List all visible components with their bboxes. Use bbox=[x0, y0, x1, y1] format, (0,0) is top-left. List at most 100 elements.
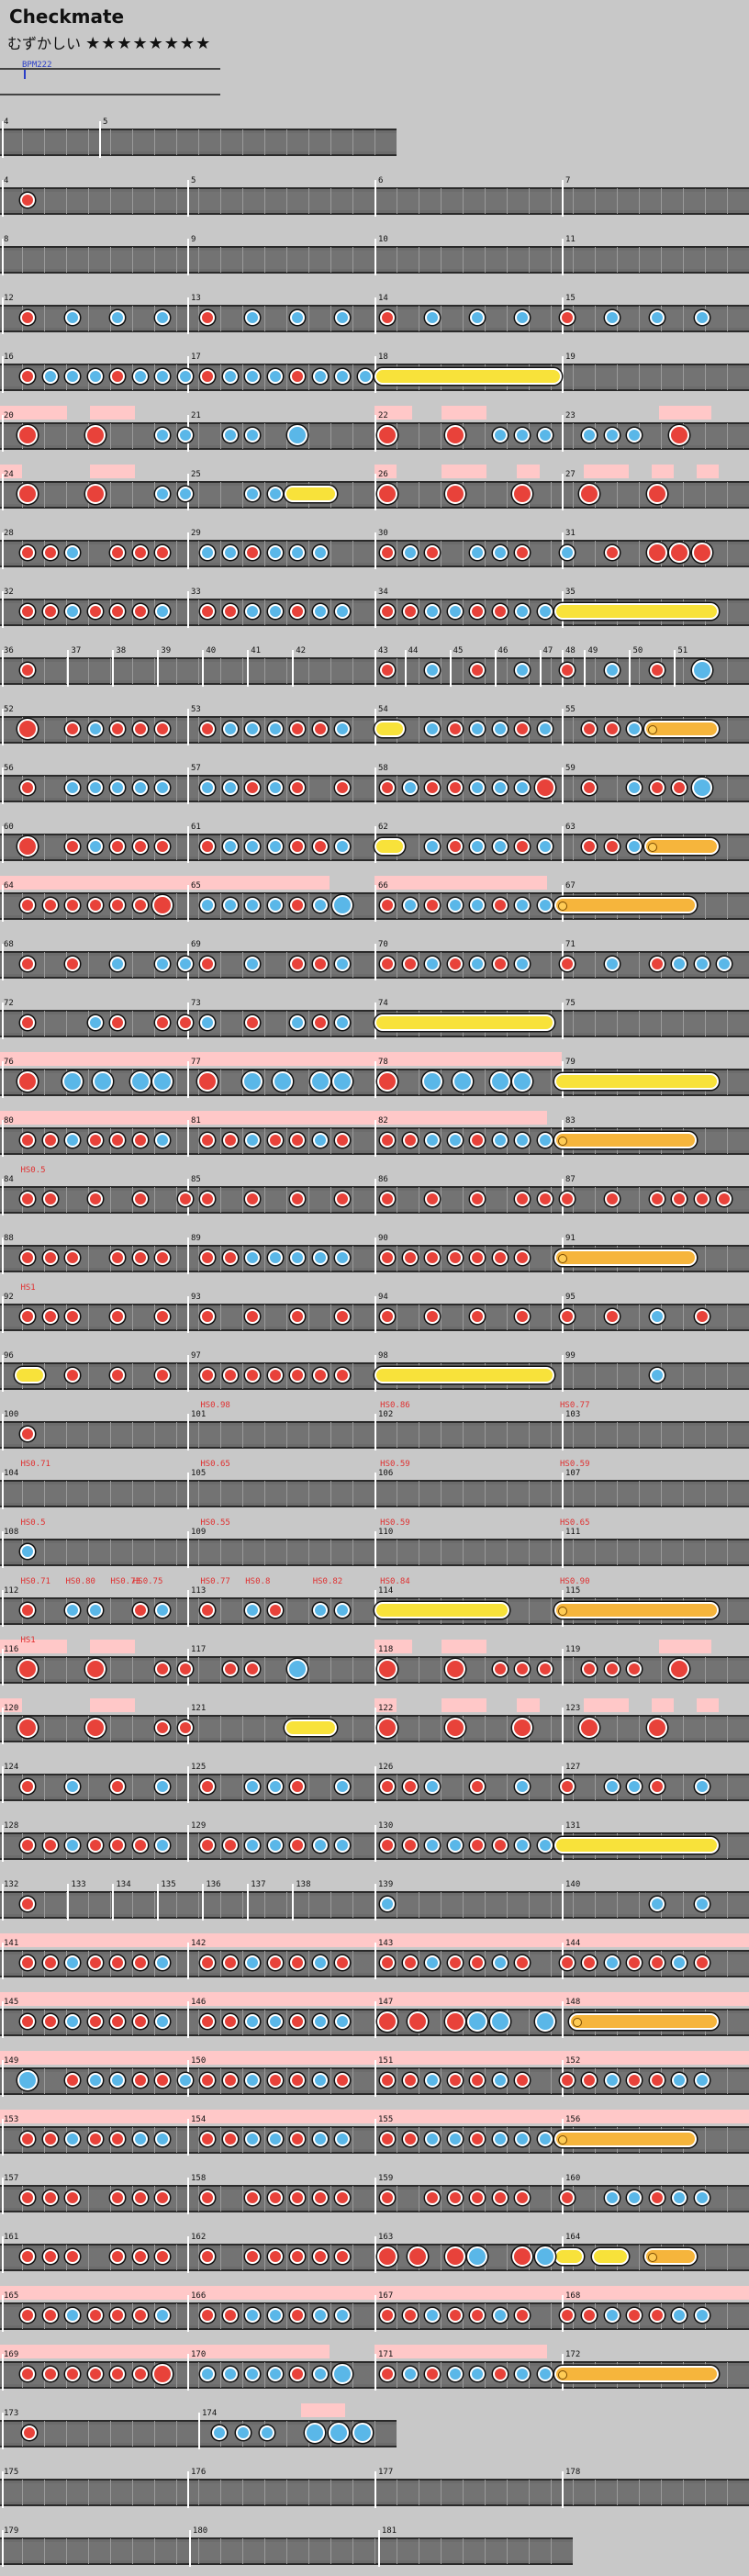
chart-row: 80 81 82 83 bbox=[0, 1107, 749, 1166]
beat-tick bbox=[176, 834, 177, 860]
beat-tick bbox=[485, 2127, 486, 2153]
beat-tick bbox=[220, 776, 221, 801]
ka-note bbox=[87, 1015, 103, 1030]
measure-number: 179 bbox=[4, 2526, 19, 2536]
beat-tick bbox=[463, 2538, 464, 2564]
measure-number: 180 bbox=[192, 2526, 208, 2536]
beat-tick bbox=[330, 2127, 331, 2153]
beat-tick bbox=[220, 1011, 221, 1036]
measure-number: 164 bbox=[565, 2233, 581, 2242]
measure-number: 155 bbox=[378, 2115, 394, 2124]
beat-tick bbox=[639, 1716, 640, 1742]
measure-number: 52 bbox=[4, 705, 14, 714]
beat-tick bbox=[198, 717, 199, 743]
measure-number: 171 bbox=[378, 2350, 394, 2359]
don-note bbox=[402, 2073, 418, 2088]
don-note bbox=[649, 1192, 665, 1206]
balloon-head-icon bbox=[557, 1607, 567, 1616]
scroll-annotation: HS0.71 bbox=[20, 1577, 50, 1586]
beat-tick bbox=[132, 2480, 133, 2505]
measure-number: 175 bbox=[4, 2468, 19, 2477]
bar-line bbox=[562, 180, 564, 217]
beat-tick bbox=[463, 1305, 464, 1330]
beat-tick bbox=[154, 1187, 155, 1213]
beat-tick bbox=[507, 1422, 508, 1448]
beat-tick bbox=[463, 247, 464, 273]
beat-tick bbox=[551, 1305, 552, 1330]
beat-tick bbox=[242, 541, 243, 566]
beat-tick bbox=[308, 1070, 309, 1095]
bar-line bbox=[202, 1884, 205, 1921]
don-note bbox=[515, 839, 531, 854]
chart-row: 68 69 70 71 bbox=[0, 931, 749, 990]
beat-tick bbox=[132, 1540, 133, 1565]
chart-row: 169 170 171 172 bbox=[0, 2341, 749, 2400]
don-note bbox=[42, 2132, 58, 2146]
beat-tick bbox=[66, 423, 67, 449]
don-note bbox=[402, 1955, 418, 1970]
beat-tick bbox=[485, 1187, 486, 1213]
beat-tick bbox=[242, 129, 243, 155]
measure-number: 95 bbox=[565, 1293, 576, 1302]
beat-tick bbox=[176, 306, 177, 331]
ka-note bbox=[560, 545, 575, 560]
ka-note bbox=[177, 957, 193, 971]
bar-line bbox=[2, 121, 4, 158]
beat-tick bbox=[330, 2010, 331, 2035]
beat-tick bbox=[352, 1128, 353, 1154]
beat-tick bbox=[573, 1892, 574, 1918]
beat-tick bbox=[264, 1598, 265, 1624]
balloon-head-icon bbox=[557, 1137, 567, 1146]
beat-tick bbox=[308, 1951, 309, 1977]
ka-note bbox=[604, 957, 620, 971]
beat-tick bbox=[551, 1246, 552, 1271]
beat-tick bbox=[705, 1716, 706, 1742]
gogo-section bbox=[696, 465, 720, 478]
don-note bbox=[447, 839, 463, 854]
scroll-annotation: HS0.65 bbox=[200, 1460, 230, 1469]
beat-tick bbox=[551, 1775, 552, 1800]
measure-number: 126 bbox=[378, 1763, 394, 1772]
beat-tick bbox=[330, 2068, 331, 2094]
beat-tick bbox=[352, 1246, 353, 1271]
don-note bbox=[649, 957, 665, 971]
don-note bbox=[560, 957, 575, 971]
bar-line bbox=[374, 1061, 376, 1098]
don-note bbox=[425, 1250, 441, 1265]
beat-tick bbox=[198, 1128, 199, 1154]
beat-tick bbox=[286, 1775, 287, 1800]
beat-tick bbox=[352, 247, 353, 273]
beat-tick bbox=[286, 1951, 287, 1977]
beat-tick bbox=[639, 1305, 640, 1330]
beat-tick bbox=[330, 893, 331, 919]
beat-tick bbox=[66, 1011, 67, 1036]
beat-tick bbox=[264, 1716, 265, 1742]
bar-line bbox=[2, 1002, 4, 1039]
ka-note bbox=[267, 780, 283, 795]
big-don-note bbox=[84, 484, 106, 504]
beat-tick bbox=[727, 893, 728, 919]
chart-row: 84 85 86 87 HS0.5 bbox=[0, 1166, 749, 1225]
beat-tick bbox=[595, 306, 596, 331]
don-note bbox=[470, 1192, 486, 1206]
bar-line bbox=[67, 1884, 70, 1921]
measure-number: 107 bbox=[565, 1469, 581, 1478]
beat-tick bbox=[88, 2245, 89, 2270]
beat-tick bbox=[66, 482, 67, 508]
beat-tick bbox=[441, 2362, 442, 2388]
bar-line bbox=[374, 1943, 376, 1979]
gogo-section bbox=[651, 1698, 675, 1712]
measure-number: 96 bbox=[4, 1351, 14, 1361]
measure-number: 93 bbox=[191, 1293, 201, 1302]
beat-tick bbox=[727, 364, 728, 390]
beat-tick bbox=[441, 2186, 442, 2212]
measure-number: 22 bbox=[378, 411, 388, 420]
measure-number: 178 bbox=[565, 2468, 581, 2477]
chart-row: 124 125 126 127 bbox=[0, 1753, 749, 1812]
beat-tick bbox=[595, 541, 596, 566]
measure-number: 98 bbox=[378, 1351, 388, 1361]
beat-tick bbox=[727, 1951, 728, 1977]
chart-row: 120 121 122 123 bbox=[0, 1695, 749, 1753]
bar-line bbox=[157, 650, 160, 687]
scroll-annotation: HS0.98 bbox=[200, 1401, 230, 1410]
